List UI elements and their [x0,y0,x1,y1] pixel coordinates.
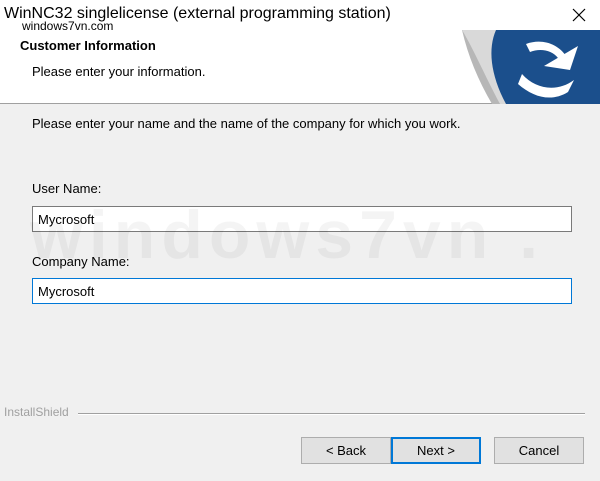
close-button[interactable] [566,2,592,28]
dialog-body: Please enter your name and the name of t… [0,104,600,404]
page-title: Customer Information [20,38,156,53]
page-subtitle: Please enter your information. [32,64,206,79]
installshield-label: InstallShield [4,405,71,419]
cancel-button[interactable]: Cancel [494,437,584,464]
back-button[interactable]: < Back [301,437,391,464]
title-bar: WinNC32 singlelicense (external programm… [0,0,600,33]
user-name-label: User Name: [32,181,102,196]
company-name-label: Company Name: [32,254,130,269]
instruction-text: Please enter your name and the name of t… [32,116,461,131]
dialog-header: Customer Information Please enter your i… [0,30,600,104]
user-name-field[interactable] [32,206,572,232]
next-button[interactable]: Next > [391,437,481,464]
close-icon [572,8,586,22]
installer-dialog: WinNC32 singlelicense (external programm… [0,0,600,481]
installshield-logo-icon [462,30,600,104]
company-name-field[interactable] [32,278,572,304]
installshield-divider [78,413,585,415]
